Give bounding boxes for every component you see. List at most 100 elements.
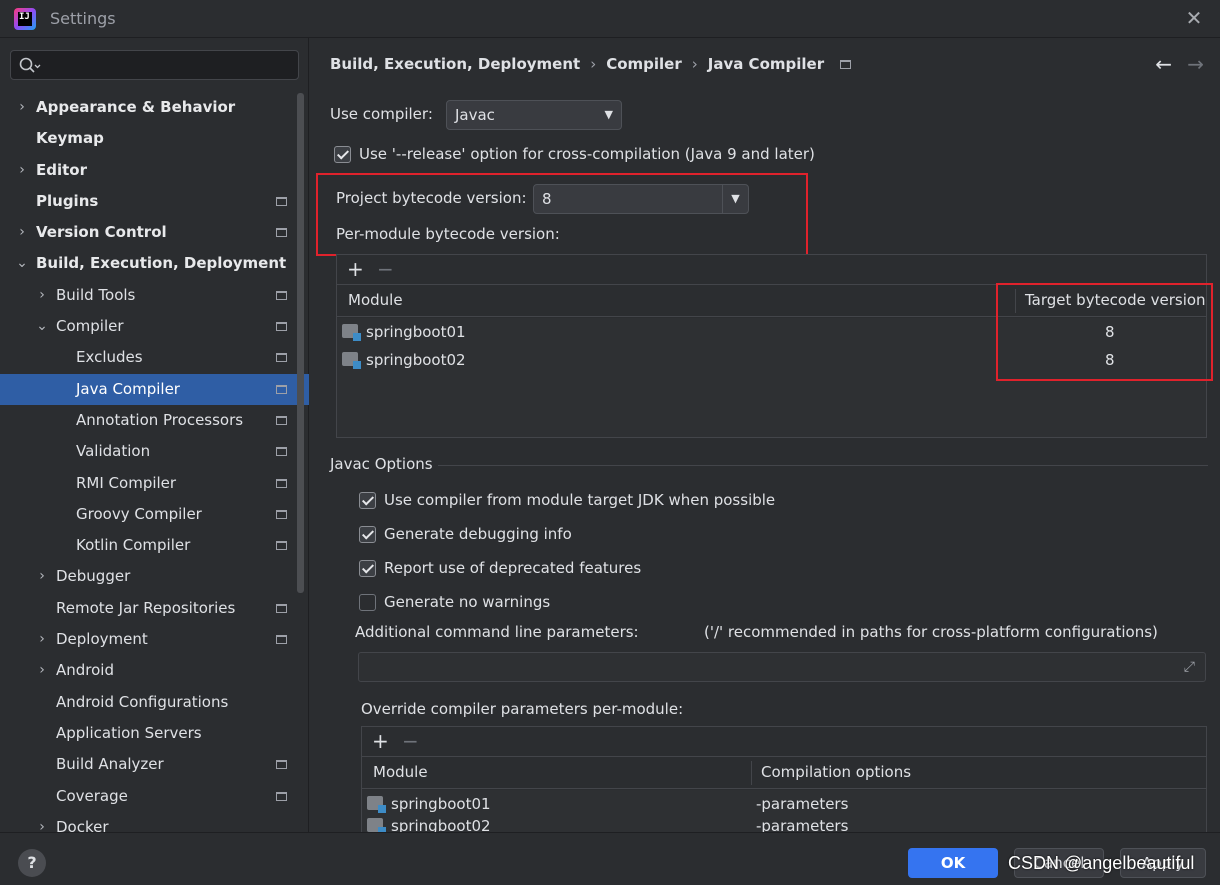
settings-content: Build, Execution, Deployment › Compiler › Ja… (310, 38, 1220, 840)
sidebar-item-kotlin-compiler[interactable]: Kotlin Compiler (0, 530, 309, 561)
sidebar-item-remote-jar-repositories[interactable]: Remote Jar Repositories (0, 593, 309, 624)
sidebar-item-plugins[interactable]: Plugins (0, 186, 309, 217)
project-level-icon (276, 290, 287, 300)
column-module[interactable]: Module (373, 757, 428, 788)
expand-icon[interactable]: ⤢ (1184, 659, 1195, 675)
sidebar-item-build-execution-deployment[interactable]: ⌄ Build, Execution, Deployment (0, 248, 309, 279)
project-level-icon (276, 791, 287, 801)
sidebar-item-label: RMI Compiler (76, 473, 177, 492)
chevron-down-icon[interactable]: ⌄ (35, 311, 49, 342)
sidebar-item-keymap[interactable]: Keymap (0, 123, 309, 154)
ok-button[interactable]: OK (908, 848, 998, 878)
chevron-right-icon[interactable]: › (35, 561, 49, 592)
no-warnings-checkbox[interactable] (359, 594, 376, 611)
sidebar-item-build-tools[interactable]: › Build Tools (0, 280, 309, 311)
column-module[interactable]: Module (348, 285, 403, 316)
sidebar-item-build-analyzer[interactable]: Build Analyzer (0, 749, 309, 780)
deprecated-features-checkbox[interactable] (359, 560, 376, 577)
sidebar-item-label: Build Analyzer (56, 755, 164, 774)
release-option-label: Use '--release' option for cross-compila… (359, 145, 815, 163)
debugging-info-checkbox[interactable] (359, 526, 376, 543)
javac-options-title: Javac Options (330, 455, 433, 473)
module-folder-icon (367, 796, 386, 813)
sidebar-item-appearance-behavior[interactable]: › Appearance & Behavior (0, 92, 309, 123)
release-option-checkbox[interactable] (334, 146, 351, 163)
settings-sidebar: › Appearance & Behavior Keymap › Editor Plugi… (0, 38, 309, 836)
sidebar-item-excludes[interactable]: Excludes (0, 342, 309, 373)
use-compiler-select[interactable]: Javac ▼ (446, 100, 622, 130)
sidebar-item-label: Deployment (56, 630, 148, 649)
sidebar-item-label: Build, Execution, Deployment (36, 254, 287, 273)
intellij-logo-icon: IJ (14, 8, 36, 30)
sidebar-item-version-control[interactable]: › Version Control (0, 217, 309, 248)
sidebar-item-label: Plugins (36, 191, 99, 210)
sidebar-item-compiler[interactable]: ⌄ Compiler (0, 311, 309, 342)
remove-icon[interactable]: − (377, 257, 394, 281)
add-icon[interactable]: + (347, 257, 364, 281)
column-compilation-options[interactable]: Compilation options (761, 757, 911, 788)
chevron-right-icon[interactable]: › (15, 217, 29, 248)
additional-params-label: Additional command line parameters: (355, 623, 639, 641)
sidebar-item-validation[interactable]: Validation (0, 436, 309, 467)
breadcrumb-item-build[interactable]: Build, Execution, Deployment (330, 55, 580, 73)
chevron-right-icon[interactable]: › (15, 92, 29, 123)
override-params-table: + − Module Compilation options springboo… (361, 726, 1207, 840)
sidebar-item-label: Groovy Compiler (76, 504, 202, 523)
use-module-jdk-label: Use compiler from module target JDK when… (384, 491, 776, 509)
project-level-icon (276, 603, 287, 613)
additional-params-hint: ('/' recommended in paths for cross-plat… (704, 623, 1158, 641)
sidebar-item-editor[interactable]: › Editor (0, 155, 309, 186)
sidebar-item-rmi-compiler[interactable]: RMI Compiler (0, 468, 309, 499)
csdn-watermark: CSDN @angelbeautiful (1008, 853, 1195, 873)
back-arrow-icon[interactable]: ← (1155, 52, 1172, 76)
sidebar-item-label: Keymap (36, 129, 104, 148)
sidebar-item-annotation-processors[interactable]: Annotation Processors (0, 405, 309, 436)
sidebar-item-label: Build Tools (56, 285, 136, 304)
breadcrumb-separator: › (691, 55, 698, 73)
deprecated-features-label: Report use of deprecated features (384, 559, 642, 577)
sidebar-item-groovy-compiler[interactable]: Groovy Compiler (0, 499, 309, 530)
forward-arrow-icon[interactable]: → (1187, 52, 1204, 76)
module-folder-icon (342, 324, 361, 341)
sidebar-item-coverage[interactable]: Coverage (0, 781, 309, 812)
project-level-icon (276, 509, 287, 519)
close-icon[interactable]: ✕ (1182, 6, 1206, 30)
help-button[interactable]: ? (18, 849, 46, 877)
remove-icon[interactable]: − (402, 729, 419, 753)
sidebar-item-android-configurations[interactable]: Android Configurations (0, 687, 309, 718)
table-toolbar: + − (362, 727, 1206, 757)
add-icon[interactable]: + (372, 729, 389, 753)
sidebar-item-application-servers[interactable]: Application Servers (0, 718, 309, 749)
project-level-icon (276, 541, 287, 551)
chevron-down-icon[interactable]: ⌄ (15, 248, 29, 279)
chevron-down-icon: ▼ (604, 108, 613, 121)
sidebar-item-label: Application Servers (56, 723, 202, 742)
sidebar-item-label: Compiler (56, 317, 124, 336)
sidebar-item-debugger[interactable]: › Debugger (0, 561, 309, 592)
breadcrumb-item-compiler[interactable]: Compiler (606, 55, 682, 73)
sidebar-scrollbar[interactable] (297, 93, 304, 593)
column-divider (751, 761, 752, 785)
chevron-right-icon[interactable]: › (35, 624, 49, 655)
search-icon (19, 57, 41, 73)
additional-params-input[interactable]: ⤢ (358, 652, 1206, 682)
search-input[interactable] (10, 50, 299, 80)
chevron-right-icon[interactable]: › (35, 280, 49, 311)
sidebar-item-label: Excludes (76, 348, 143, 367)
chevron-right-icon[interactable]: › (35, 655, 49, 686)
project-level-icon (276, 196, 287, 206)
module-folder-icon (367, 818, 386, 835)
chevron-right-icon[interactable]: › (15, 155, 29, 186)
sidebar-item-android[interactable]: › Android (0, 655, 309, 686)
sidebar-item-label: Validation (76, 442, 151, 461)
project-level-icon (840, 60, 852, 69)
sidebar-item-deployment[interactable]: › Deployment (0, 624, 309, 655)
title-bar: IJ Settings ✕ (0, 0, 1220, 38)
sidebar-item-java-compiler[interactable]: Java Compiler (0, 373, 309, 405)
sidebar-item-label: Android Configurations (56, 692, 229, 711)
use-module-jdk-checkbox[interactable] (359, 492, 376, 509)
use-compiler-value: Javac (455, 106, 495, 124)
sidebar-item-label: Kotlin Compiler (76, 536, 191, 555)
project-level-icon (276, 447, 287, 457)
breadcrumb-item-java-compiler: Java Compiler (707, 55, 825, 73)
